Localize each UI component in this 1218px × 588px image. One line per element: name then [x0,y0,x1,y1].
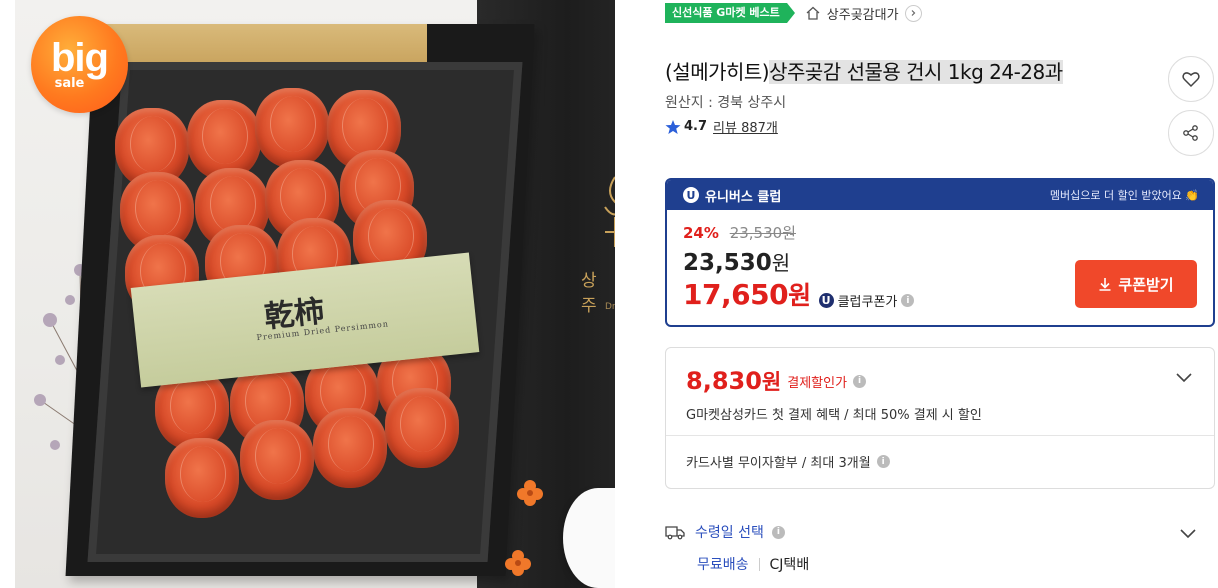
info-icon[interactable]: i [901,294,915,307]
best-badge[interactable]: 신선식품 G마켓 베스트 [665,3,795,23]
big-sale-badge: big sale [31,16,128,113]
brand-logo-icon [604,176,615,247]
sale-price-unit: 원 [771,251,791,275]
board-brand-subtext: Dr [605,302,615,312]
get-coupon-label: 쿠폰받기 [1118,275,1174,294]
carrier-name: CJ택배 [769,557,810,573]
shop-name: 상주곶감대가 [826,7,899,23]
club-price: 17,650원 [683,276,811,312]
installment-info: 카드사별 무이자할부 / 최대 3개월 i [666,436,1214,487]
club-price-number: 17,650 [683,278,789,311]
review-link[interactable]: 리뷰 887개 [713,117,778,136]
payment-discount-price: 8,830원 [686,366,781,396]
shipping-info: 무료배송 CJ택배 [697,554,1215,574]
universe-club-box: U 유니버스 클럽 멤버십으로 더 할인 받았어요 👏 24% 23,530원 … [665,178,1215,327]
payment-price-unit: 원 [761,370,782,394]
payment-price-number: 8,830 [686,367,762,395]
home-icon [806,6,820,20]
info-icon[interactable]: i [771,525,785,539]
original-price: 23,530원 [729,224,796,242]
universe-club-logo-icon: U [818,293,834,308]
installment-text: 카드사별 무이자할부 / 최대 3개월 [686,456,871,471]
persimmon [240,420,314,500]
delivery-section: 수령일 선택 i 무료배송 CJ택배 [665,522,1215,574]
divider [758,557,760,571]
club-coupon-label-text: 클럽쿠폰가 [837,295,898,310]
get-coupon-button[interactable]: 쿠폰받기 [1075,260,1197,308]
origin-info: 원산지 : 경북 상주시 [665,95,787,111]
chevron-right-icon [904,4,922,22]
title-name: 상주곶감 선물용 건시 1kg 24-28과 [769,60,1063,84]
club-coupon-label[interactable]: U 클럽쿠폰가 i [818,291,915,310]
download-icon [1099,278,1111,291]
club-header-note: 멤버십으로 더 할인 받았어요 👏 [1049,189,1199,202]
badge-row: 신선식품 G마켓 베스트 상주곶감대가 [665,3,922,23]
title-brand: (설메가히트) [665,60,770,84]
heart-icon [1182,72,1200,88]
share-icon [1183,125,1198,141]
info-icon[interactable]: i [853,374,867,388]
decorative-flower [517,480,543,506]
club-title: 유니버스 클럽 [705,189,782,205]
persimmon [313,408,387,488]
payment-discount-label: 결제할인가 [787,375,848,391]
payment-discount-section[interactable]: 8,830원 결제할인가 i G마켓삼성카드 첫 결제 혜택 / 최대 50% … [666,348,1214,436]
payment-discount-box: 8,830원 결제할인가 i G마켓삼성카드 첫 결제 혜택 / 최대 50% … [665,347,1215,489]
big-sale-sale: sale [54,76,85,91]
shop-link[interactable]: 상주곶감대가 [805,4,922,23]
rating-score: 4.7 [684,119,708,134]
payment-description: G마켓삼성카드 첫 결제 혜택 / 최대 50% 결제 시 할인 [686,408,982,423]
wishlist-button[interactable] [1168,56,1214,102]
product-title: (설메가히트)상주곶감 선물용 건시 1kg 24-28과 [665,56,1063,85]
universe-club-logo-icon: U [683,187,699,203]
persimmon [165,438,239,518]
info-icon[interactable]: i [876,455,890,468]
chevron-down-icon[interactable] [1175,372,1193,384]
delivery-date-selector[interactable]: 수령일 선택 i [665,522,1215,542]
discount-percent: 24% [683,224,719,242]
delivery-title: 수령일 선택 [695,525,764,541]
persimmon [255,88,329,168]
sale-price-number: 23,530 [683,250,772,276]
club-price-unit: 원 [788,281,811,310]
decorative-flower [505,550,531,576]
discount-row: 24% 23,530원 [683,222,1197,243]
chevron-down-icon[interactable] [1179,528,1197,540]
persimmon [385,388,459,468]
truck-icon [665,526,685,540]
share-button[interactable] [1168,110,1214,156]
club-body: 24% 23,530원 23,530원 17,650원 U 클럽쿠폰가 i 쿠폰… [667,210,1213,324]
free-shipping: 무료배송 [697,557,749,573]
star-icon [665,119,681,134]
rating-row: 4.7 리뷰 887개 [665,117,778,136]
big-sale-big: big [51,36,109,80]
club-header: U 유니버스 클럽 멤버십으로 더 할인 받았어요 👏 [667,180,1213,210]
